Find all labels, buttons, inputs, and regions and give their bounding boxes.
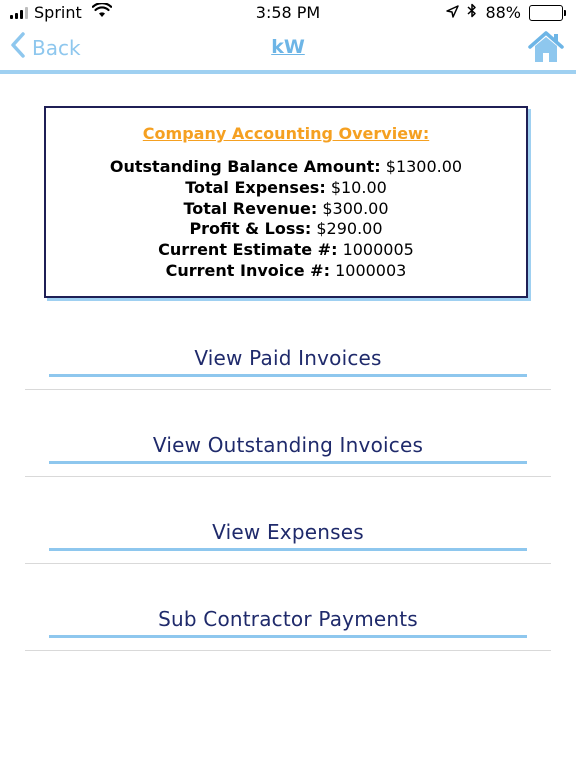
- menu-divider: [25, 389, 551, 390]
- menu-label: View Paid Invoices: [194, 346, 382, 370]
- view-outstanding-invoices-button[interactable]: View Outstanding Invoices: [0, 417, 576, 504]
- overview-label: Total Expenses:: [185, 177, 326, 197]
- screen: Sprint 3:58 PM 88% Back kW Company Accou…: [0, 0, 576, 768]
- overview-label: Current Estimate #:: [158, 240, 338, 260]
- accounting-overview-card: Company Accounting Overview: Outstanding…: [44, 106, 528, 298]
- overview-label: Outstanding Balance Amount:: [109, 157, 381, 176]
- profit-loss-line: Profit & Loss: $290.00: [46, 219, 526, 240]
- battery-icon: [529, 4, 566, 21]
- current-estimate-line: Current Estimate #: 1000005: [46, 240, 526, 261]
- overview-value: 1000003: [335, 260, 407, 280]
- menu-underline: [49, 461, 527, 464]
- menu-divider: [25, 476, 551, 477]
- sub-contractor-payments-button[interactable]: Sub Contractor Payments: [0, 591, 576, 678]
- status-right: 88%: [446, 3, 566, 22]
- home-button[interactable]: [528, 30, 564, 64]
- home-icon: [528, 31, 564, 68]
- overview-value: $1300.00: [385, 157, 463, 176]
- bluetooth-icon: [467, 3, 477, 22]
- overview-value: 1000005: [342, 240, 414, 260]
- overview-value: $300.00: [322, 198, 389, 218]
- menu-divider: [25, 650, 551, 651]
- outstanding-balance-line: Outstanding Balance Amount: $1300.00: [46, 157, 526, 178]
- overview-label: Total Revenue:: [183, 198, 318, 218]
- nav-title: kW: [271, 36, 305, 58]
- overview-value: $290.00: [316, 219, 383, 239]
- menu-divider: [25, 563, 551, 564]
- view-paid-invoices-button[interactable]: View Paid Invoices: [0, 330, 576, 417]
- menu-label: View Outstanding Invoices: [152, 433, 424, 457]
- total-revenue-line: Total Revenue: $300.00: [46, 199, 526, 220]
- location-arrow-icon: [446, 3, 460, 22]
- menu-underline: [49, 635, 527, 638]
- current-invoice-line: Current Invoice #: 1000003: [46, 261, 526, 282]
- overview-label: Profit & Loss:: [189, 219, 312, 239]
- view-expenses-button[interactable]: View Expenses: [0, 504, 576, 591]
- total-expenses-line: Total Expenses: $10.00: [46, 178, 526, 199]
- status-bar: Sprint 3:58 PM 88%: [0, 0, 576, 26]
- overview-title: Company Accounting Overview:: [142, 124, 430, 143]
- nav-divider: [0, 70, 576, 74]
- menu-underline: [49, 374, 527, 377]
- overview-label: Current Invoice #:: [165, 260, 330, 280]
- overview-lines: Outstanding Balance Amount: $1300.00 Tot…: [46, 157, 526, 282]
- navigation-bar: Back kW: [0, 26, 576, 70]
- battery-percent: 88%: [485, 3, 521, 22]
- overview-value: $10.00: [330, 177, 387, 197]
- menu-label: Sub Contractor Payments: [158, 607, 418, 631]
- menu-underline: [49, 548, 527, 551]
- menu-label: View Expenses: [212, 520, 364, 544]
